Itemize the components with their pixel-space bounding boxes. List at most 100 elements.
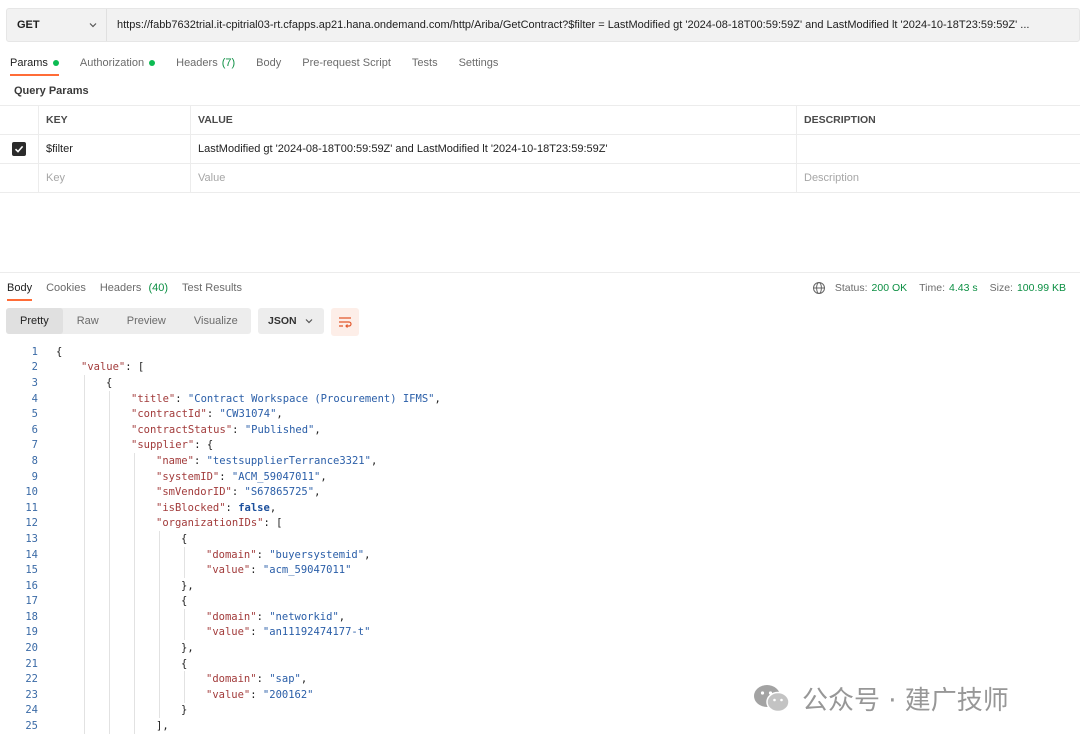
code-text: "isBlocked": false,	[156, 502, 276, 514]
line-number: 18	[25, 610, 38, 623]
indent-guide	[84, 421, 85, 438]
line-number: 21	[25, 657, 38, 670]
json-punctuation: : [	[263, 517, 283, 530]
json-punctuation: ,	[300, 673, 308, 686]
indent-guide	[84, 687, 85, 703]
json-key: "organizationIDs"	[156, 517, 264, 530]
json-punctuation: ,	[269, 501, 277, 514]
tab-settings[interactable]: Settings	[459, 54, 499, 72]
code-line: 20},	[0, 640, 1080, 656]
json-punctuation: ,	[434, 392, 441, 405]
tab-cookies[interactable]: Cookies	[46, 282, 86, 294]
tab-tests[interactable]: Tests	[412, 54, 438, 72]
indent-guide	[134, 718, 135, 734]
indent-guide	[184, 562, 185, 578]
json-punctuation: :	[250, 688, 263, 701]
view-visualize[interactable]: Visualize	[180, 308, 252, 334]
indent-guide	[109, 702, 110, 719]
code-text: "supplier": {	[131, 439, 213, 451]
indent-guide	[109, 546, 110, 563]
checkmark-icon	[14, 145, 24, 153]
tab-label: Tests	[411, 57, 438, 69]
tab-pre-request-script[interactable]: Pre-request Script	[302, 54, 391, 72]
param-enabled-checkbox[interactable]	[12, 142, 26, 156]
indent-guide	[159, 702, 160, 719]
active-dot-icon	[149, 60, 156, 66]
indent-guide	[159, 624, 160, 641]
json-punctuation: ,	[338, 610, 346, 623]
tab-body[interactable]: Body	[256, 54, 281, 72]
code-text: "contractStatus": "Published",	[131, 424, 321, 436]
new-value-input[interactable]: Value	[191, 164, 797, 192]
code-text: },	[181, 580, 194, 592]
line-number: 20	[25, 642, 38, 655]
code-line: 14 "domain": "buyersystemid",	[0, 546, 1080, 563]
param-value-cell[interactable]: LastModified gt '2024-08-18T00:59:59Z' a…	[191, 135, 797, 163]
status-value[interactable]: 200 OK	[872, 282, 908, 294]
indent-guide	[134, 546, 135, 563]
indent-guide	[109, 484, 110, 500]
size-value[interactable]: 100.99 KB	[1017, 282, 1066, 294]
json-string: "networkid"	[269, 610, 339, 623]
code-text: "title": "Contract Workspace (Procuremen…	[131, 393, 441, 405]
line-number: 14	[25, 548, 38, 561]
tab-label: Headers	[176, 57, 218, 69]
indent-guide	[109, 655, 110, 672]
indent-guide	[84, 499, 85, 516]
line-number: 2	[31, 361, 38, 374]
indent-guide	[109, 593, 110, 610]
view-preview[interactable]: Preview	[113, 308, 180, 334]
indent-guide	[84, 375, 85, 391]
time-value[interactable]: 4.43 s	[949, 282, 978, 294]
json-string: "ACM_59047011"	[231, 470, 321, 483]
line-number: 7	[31, 439, 38, 452]
indent-guide	[84, 562, 85, 578]
line-number: 8	[31, 454, 38, 467]
table-header-row: KEY VALUE DESCRIPTION	[0, 106, 1080, 135]
json-punctuation: {	[56, 345, 63, 358]
code-line: 25],	[0, 718, 1080, 734]
indent-guide	[84, 671, 85, 688]
view-raw[interactable]: Raw	[63, 308, 113, 334]
url-input[interactable]: https://fabb7632trial.it-cpitrial03-rt.c…	[107, 19, 1079, 31]
new-key-input[interactable]: Key	[39, 164, 191, 192]
indent-guide	[134, 624, 135, 641]
param-description-cell[interactable]	[797, 135, 1080, 163]
indent-guide	[84, 609, 85, 625]
json-key: "contractStatus"	[131, 423, 233, 436]
globe-icon[interactable]	[812, 281, 826, 295]
method-selector[interactable]: GET	[7, 9, 107, 41]
indent-guide	[109, 671, 110, 688]
active-dot-icon	[52, 60, 59, 66]
tab-response-body[interactable]: Body	[7, 282, 33, 301]
json-key: "value"	[206, 688, 251, 701]
indent-guide	[184, 624, 185, 641]
tab-params[interactable]: Params	[10, 54, 59, 76]
tab-response-headers[interactable]: Headers (40)	[100, 282, 168, 294]
chevron-down-icon	[305, 319, 313, 324]
new-description-input[interactable]: Description	[797, 164, 1080, 192]
json-string: "acm_59047011"	[262, 564, 352, 577]
indent-guide	[84, 593, 85, 610]
param-key-cell[interactable]: $filter	[39, 135, 191, 163]
json-punctuation: ,	[314, 423, 321, 436]
indent-guide	[159, 593, 160, 610]
json-punctuation: },	[181, 579, 194, 592]
code-line: 7 "supplier": {	[0, 437, 1080, 454]
tab-test-results[interactable]: Test Results	[182, 282, 242, 294]
indent-guide	[109, 640, 110, 656]
json-key: "domain"	[206, 610, 257, 623]
tab-authorization[interactable]: Authorization	[80, 54, 156, 72]
indent-guide	[84, 718, 85, 734]
wrap-lines-button[interactable]	[331, 308, 359, 336]
view-mode-selector: Pretty Raw Preview Visualize	[6, 308, 251, 334]
json-key: "systemID"	[156, 470, 220, 483]
indent-guide	[109, 624, 110, 641]
tab-headers[interactable]: Headers (7)	[176, 54, 235, 72]
column-header-description: DESCRIPTION	[804, 114, 876, 126]
indent-guide	[109, 531, 110, 547]
indent-guide	[134, 577, 135, 594]
format-dropdown[interactable]: JSON	[258, 308, 324, 334]
view-pretty[interactable]: Pretty	[6, 308, 63, 334]
code-text: "systemID": "ACM_59047011",	[156, 471, 327, 483]
